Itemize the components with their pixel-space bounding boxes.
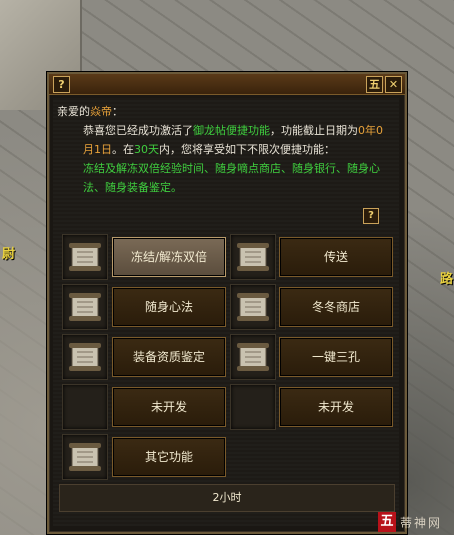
undeveloped-button-1[interactable]: 未开发: [112, 387, 226, 427]
item-slot[interactable]: [230, 284, 276, 330]
item-slot[interactable]: [62, 334, 108, 380]
dialog-titlebar[interactable]: ? 五 ✕: [49, 74, 405, 95]
site-watermark: 五 蒂神网: [378, 510, 454, 535]
item-slot[interactable]: [62, 284, 108, 330]
other-functions-button[interactable]: 其它功能: [112, 437, 226, 477]
activation-message: 亲爱的焱帝： 恭喜您已经成功激活了御龙帖便捷功能，功能截止日期为0年0月1日。在…: [57, 102, 393, 197]
empty-slot[interactable]: [62, 384, 108, 430]
msg-text-3: 。在: [112, 143, 134, 156]
scroll-icon: [69, 293, 101, 321]
greeting-prefix: 亲爱的: [57, 105, 90, 118]
msg-text-2: ，功能截止日期为: [270, 124, 358, 137]
scene-side-text-left: 尉: [2, 247, 16, 262]
watermark-text: 蒂神网: [400, 516, 443, 530]
scroll-icon: [69, 243, 101, 271]
scroll-icon: [237, 293, 269, 321]
scroll-icon: [237, 343, 269, 371]
msg-text-4: 内，您将享受如下不限次便捷功能：: [159, 143, 335, 156]
three-socket-button[interactable]: 一键三孔: [279, 337, 393, 377]
watermark-logo: 五: [378, 512, 396, 532]
scroll-icon: [69, 343, 101, 371]
greeting-suffix: ：: [112, 105, 123, 118]
empty-slot[interactable]: [230, 384, 276, 430]
convenience-dialog: ? 五 ✕ 亲爱的焱帝： 恭喜您已经成功激活了御龙帖便捷功能，功能截止日期为0年…: [47, 72, 407, 534]
help-icon[interactable]: ?: [53, 76, 70, 93]
help-icon-secondary[interactable]: ?: [363, 208, 379, 224]
teleport-button[interactable]: 传送: [279, 237, 393, 277]
features-list: 冻结及解冻双倍经验时间、随身嘀点商店、随身银行、随身心法、随身装备鉴定。: [83, 162, 380, 194]
scroll-icon: [237, 243, 269, 271]
five-icon[interactable]: 五: [366, 76, 383, 93]
days-count: 30天: [134, 143, 159, 156]
item-slot[interactable]: [62, 234, 108, 280]
scroll-icon: [69, 443, 101, 471]
close-icon[interactable]: ✕: [385, 76, 402, 93]
remaining-time-bar: 2小时: [59, 484, 395, 512]
equipment-appraisal-button[interactable]: 装备资质鉴定: [112, 337, 226, 377]
player-name: 焱帝: [90, 105, 112, 118]
scene-side-text-right: 路: [440, 272, 454, 287]
dongdong-shop-button[interactable]: 冬冬商店: [279, 287, 393, 327]
item-slot[interactable]: [230, 234, 276, 280]
freeze-double-button[interactable]: 冻结/解冻双倍: [112, 237, 226, 277]
undeveloped-button-2[interactable]: 未开发: [279, 387, 393, 427]
msg-text-1: 恭喜您已经成功激活了: [83, 124, 193, 137]
feature-name: 御龙帖便捷功能: [193, 124, 270, 137]
portable-skills-button[interactable]: 随身心法: [112, 287, 226, 327]
item-slot[interactable]: [230, 334, 276, 380]
item-slot[interactable]: [62, 434, 108, 480]
